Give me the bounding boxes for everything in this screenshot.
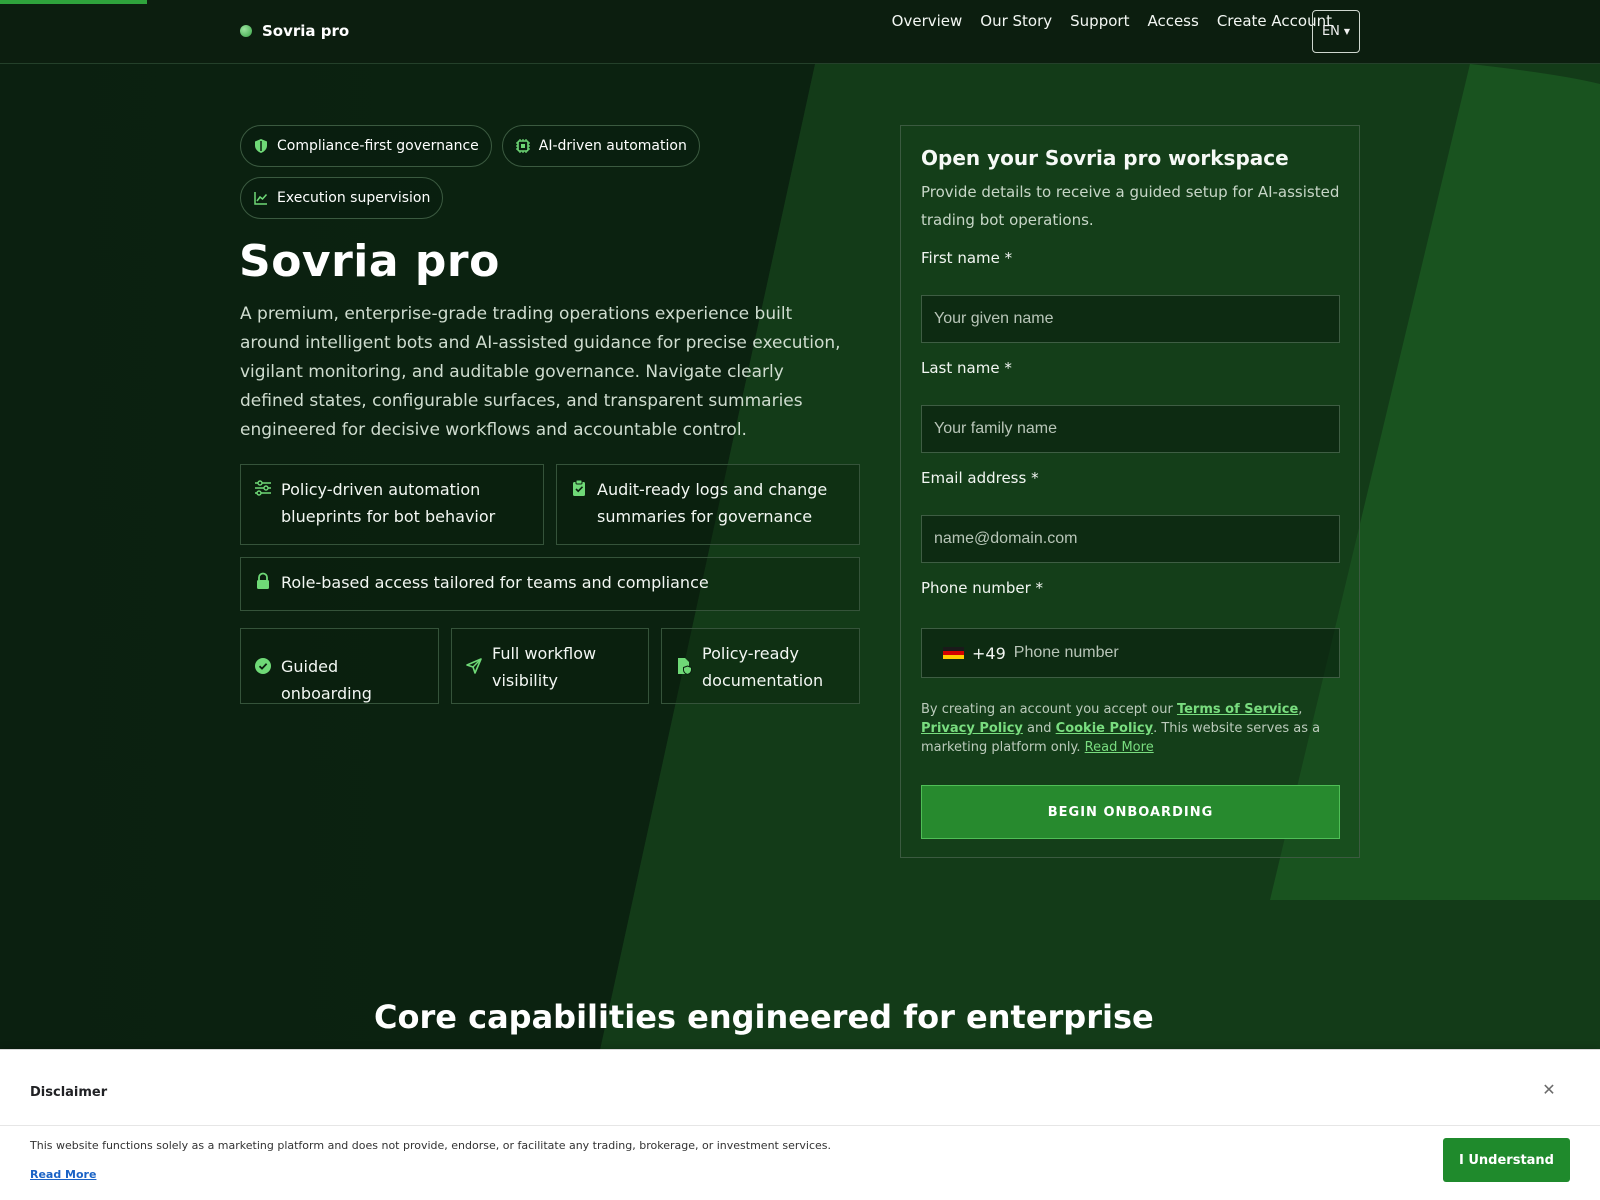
brand-logo-icon <box>240 25 252 37</box>
hero-description: A premium, enterprise-grade trading oper… <box>240 304 841 440</box>
mini-feature-onboarding: Guided onboarding <box>240 628 439 704</box>
chip-label: Compliance-first governance <box>277 138 479 154</box>
terms-link[interactable]: Terms of Service <box>1177 702 1298 717</box>
sliders-icon <box>255 480 271 496</box>
close-icon[interactable]: ✕ <box>1540 1081 1558 1099</box>
chip-ai-automation: AI-driven automation <box>501 125 700 167</box>
phone-country-code[interactable]: +49 <box>972 644 1006 663</box>
cookie-link[interactable]: Cookie Policy <box>1056 721 1153 736</box>
chip-execution: Execution supervision <box>240 177 444 219</box>
shield-icon <box>255 139 267 153</box>
hero-chips: Compliance-first governance AI-driven au… <box>240 125 720 219</box>
disclaimer-title: Disclaimer <box>30 1085 108 1100</box>
chip-icon <box>515 139 530 153</box>
feature-label: Policy-driven automation blueprints for … <box>281 480 496 526</box>
feature-card-access: Role-based access tailored for teams and… <box>240 557 860 611</box>
hero-title: Sovria pro <box>239 236 500 287</box>
section-title: Core capabilities engineered for enterpr… <box>374 998 1154 1036</box>
legal-notice: By creating an account you accept our Te… <box>921 702 1321 755</box>
main-nav: Overview Our Story Support Access Create… <box>892 12 1332 30</box>
mini-feature-visibility: Full workflow visibility <box>451 628 649 704</box>
disclaimer-read-more-link[interactable]: Read More <box>30 1168 96 1181</box>
lock-icon <box>257 572 269 589</box>
last-name-label: Last name * <box>921 359 1012 377</box>
language-value: EN <box>1321 24 1340 39</box>
language-selector[interactable]: EN ▼ <box>1312 10 1360 53</box>
nav-support[interactable]: Support <box>1070 12 1129 30</box>
legal-and: and <box>1027 721 1052 736</box>
file-shield-icon <box>678 658 692 675</box>
read-more-link[interactable]: Read More <box>1085 740 1154 755</box>
nav-our-story[interactable]: Our Story <box>980 12 1052 30</box>
chip-label: Execution supervision <box>277 190 431 206</box>
nav-access[interactable]: Access <box>1147 12 1198 30</box>
check-circle-icon <box>255 658 271 674</box>
page-progress-bar <box>0 0 148 4</box>
phone-label: Phone number * <box>921 579 1044 597</box>
chip-compliance: Compliance-first governance <box>240 125 492 167</box>
legal-prefix: By creating an account you accept our <box>921 702 1173 717</box>
mini-feature-label: Full workflow visibility <box>492 644 597 690</box>
mini-feature-label: Guided onboarding <box>281 657 372 703</box>
hero-section: Compliance-first governance AI-driven au… <box>0 64 1600 1050</box>
mini-feature-documentation: Policy-ready documentation <box>661 628 860 704</box>
email-label: Email address * <box>921 469 1039 487</box>
disclaimer-header: Disclaimer ✕ <box>0 1050 1600 1126</box>
privacy-link[interactable]: Privacy Policy <box>921 721 1023 736</box>
line-chart-icon <box>254 192 268 205</box>
caret-down-icon: ▼ <box>1343 27 1351 36</box>
disclaimer-banner: Disclaimer ✕ This website functions sole… <box>0 1049 1600 1200</box>
brand[interactable]: Sovria pro <box>240 22 349 40</box>
germany-flag-icon[interactable] <box>943 646 964 660</box>
nav-overview[interactable]: Overview <box>892 12 963 30</box>
top-navigation-bar: Sovria pro Overview Our Story Support Ac… <box>0 0 1600 64</box>
signup-form-card: Open your Sovria pro workspace Provide d… <box>900 125 1360 858</box>
feature-label: Audit-ready logs and change summaries fo… <box>597 480 828 526</box>
first-name-label: First name * <box>921 249 1013 267</box>
phone-input[interactable] <box>1013 644 1314 662</box>
disclaimer-text: This website functions solely as a marke… <box>30 1139 831 1152</box>
phone-field: +49 <box>921 628 1340 678</box>
form-title: Open your Sovria pro workspace <box>921 146 1289 170</box>
last-name-input[interactable] <box>921 405 1340 453</box>
clipboard-check-icon <box>573 479 585 496</box>
mini-feature-label: Policy-ready documentation <box>702 644 824 690</box>
feature-card-audit: Audit-ready logs and change summaries fo… <box>556 464 860 545</box>
i-understand-button[interactable]: I Understand <box>1443 1138 1570 1182</box>
begin-onboarding-button[interactable]: BEGIN ONBOARDING <box>921 785 1340 839</box>
feature-label: Role-based access tailored for teams and… <box>281 573 709 592</box>
form-subtitle: Provide details to receive a guided setu… <box>921 183 1340 229</box>
email-input[interactable] <box>921 515 1340 563</box>
first-name-input[interactable] <box>921 295 1340 343</box>
chip-label: AI-driven automation <box>538 138 687 154</box>
brand-name: Sovria pro <box>262 22 350 40</box>
feature-card-automation: Policy-driven automation blueprints for … <box>240 464 544 545</box>
send-icon <box>466 658 482 674</box>
